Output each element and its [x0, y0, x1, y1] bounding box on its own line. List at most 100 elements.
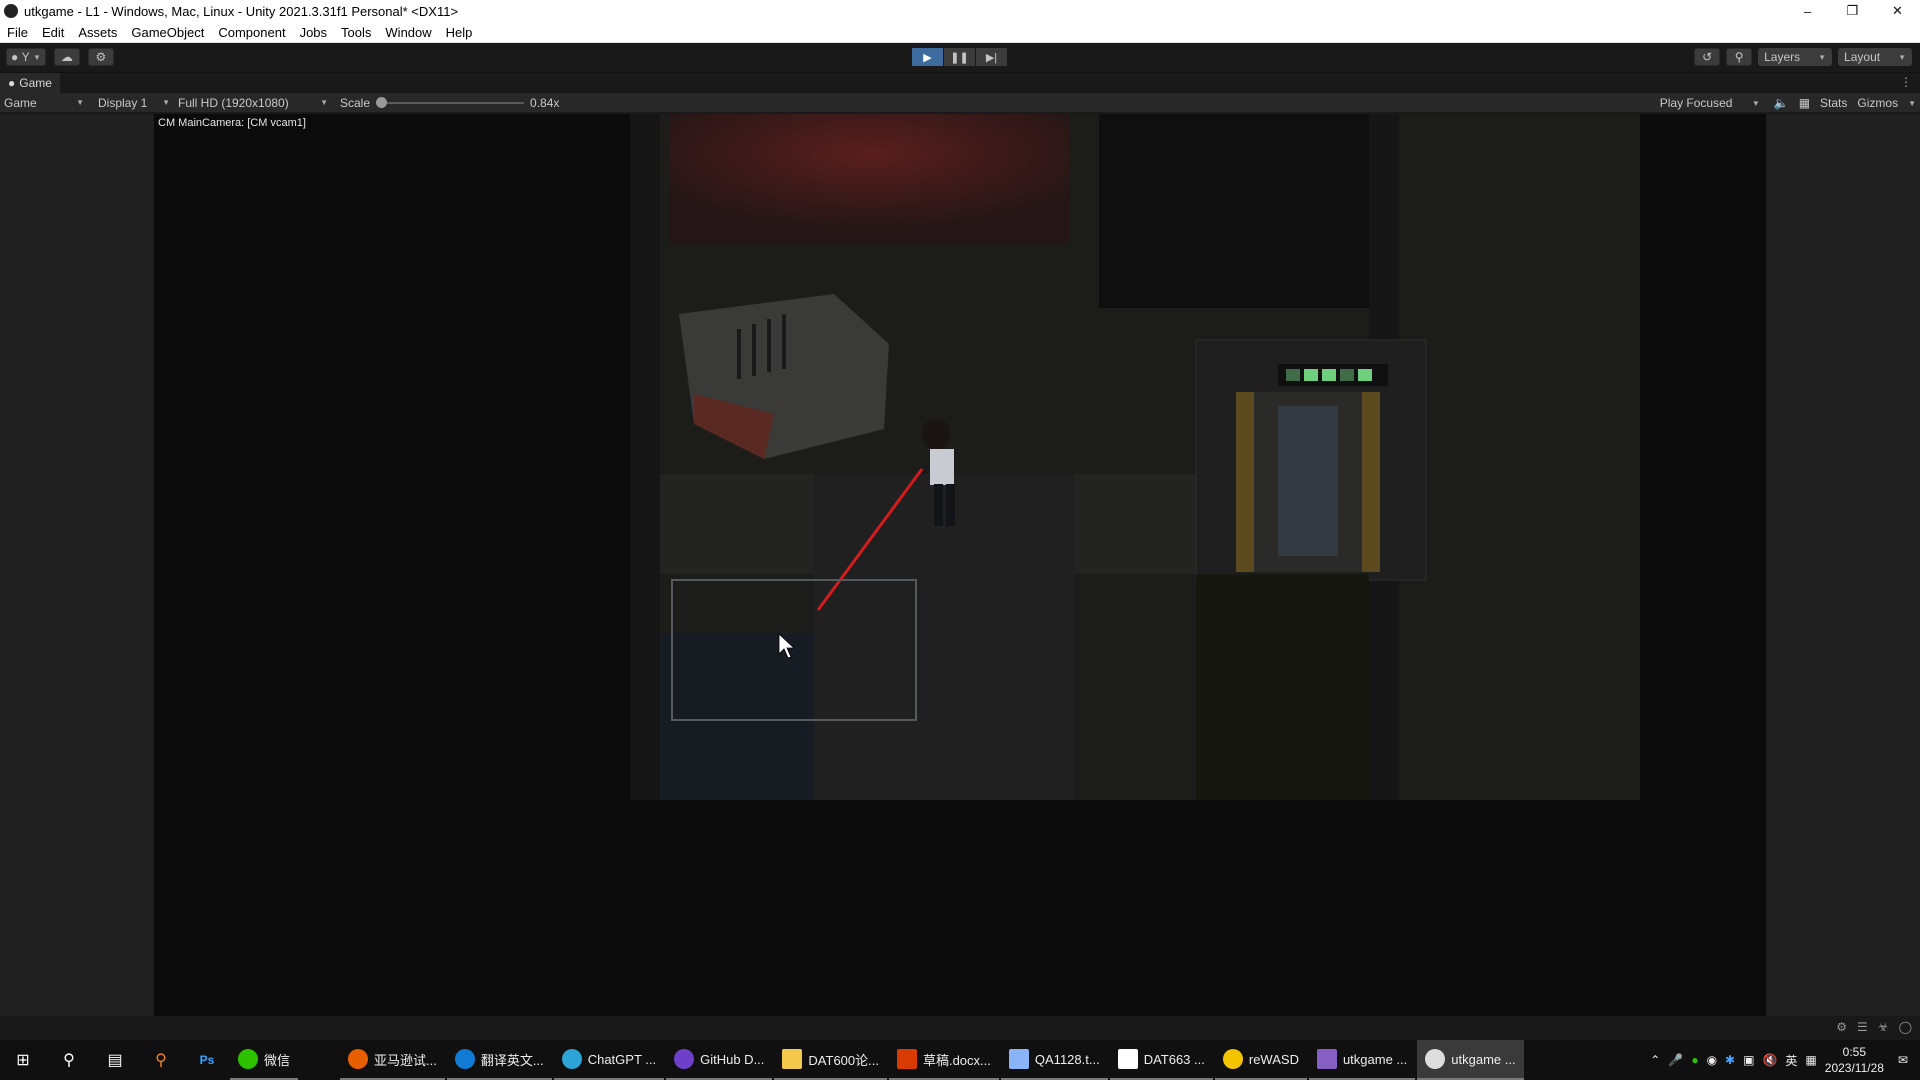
display-dropdown[interactable]: Display 1 ▼ [94, 93, 174, 113]
chevron-up-icon[interactable]: ⌃ [1650, 1053, 1660, 1067]
taskbar-app-rewasd[interactable]: reWASD [1214, 1040, 1307, 1080]
aspect-grid-icon[interactable]: ▦ [1799, 96, 1810, 110]
collab-button[interactable]: ⚙ [87, 48, 114, 66]
bug-icon[interactable]: ☣ [1878, 1020, 1889, 1034]
ime-indicator[interactable]: 英 [1785, 1052, 1797, 1069]
stats-button[interactable]: Stats [1820, 96, 1847, 110]
chevron-down-icon: ▼ [320, 98, 328, 107]
tab-game[interactable]: ● Game [0, 73, 60, 93]
menu-jobs[interactable]: Jobs [300, 25, 327, 40]
taskbar-app-edge-translate[interactable]: 翻译英文... [446, 1040, 552, 1080]
taskbar-app-folder[interactable]: DAT600论... [774, 1040, 887, 1080]
taskbar-app-document[interactable]: DAT663 ... [1109, 1040, 1213, 1080]
chevron-down-icon[interactable]: ▼ [1908, 99, 1916, 108]
photoshop-icon[interactable]: Ps [184, 1040, 230, 1080]
folder-icon [782, 1049, 803, 1069]
firefox-icon [348, 1049, 369, 1069]
system-tray: ⌃ 🎤 ● ◉ ✱ ▣ 🔇 英 ▦ 0:55 2023/11/28 ✉ [1650, 1040, 1920, 1080]
layout-label: Layout [1844, 50, 1881, 64]
volume-muted-icon[interactable]: 🔇 [1762, 1053, 1777, 1067]
taskbar-app-label: reWASD [1248, 1051, 1299, 1067]
microphone-icon[interactable]: 🎤 [1668, 1053, 1683, 1067]
main-toolbar: ● Y ▼ ☁ ⚙ ▶ ❚❚ ▶| ↺ ⚲ Layers ▼ Layout ▼ [0, 43, 1920, 73]
taskbar-app-label: 草稿.docx... [922, 1052, 991, 1068]
play-mode-dropdown[interactable]: Play Focused ▼ [1656, 93, 1764, 113]
cloud-button[interactable]: ☁ [53, 48, 80, 66]
bottom-shadow [630, 800, 1640, 1016]
menu-gameobject[interactable]: GameObject [131, 25, 204, 40]
resolution-dropdown[interactable]: Full HD (1920x1080) ▼ [174, 93, 332, 113]
windows-start-icon[interactable]: ⊞ [0, 1040, 46, 1080]
menu-window[interactable]: Window [385, 25, 431, 40]
history-icon: ↺ [1702, 50, 1713, 64]
menu-help[interactable]: Help [446, 25, 473, 40]
camera-label: CM MainCamera: [CM vcam1] [158, 117, 306, 129]
chevron-down-icon: ▼ [1751, 98, 1760, 108]
close-icon[interactable]: ✕ [1875, 0, 1920, 22]
taskbar-app-firefox[interactable]: 亚马逊试... [340, 1040, 445, 1080]
red-lit-area [669, 114, 1069, 244]
layout-dropdown[interactable]: Layout ▼ [1838, 48, 1912, 66]
chevron-down-icon: ▼ [32, 52, 41, 62]
wechat-tray-icon[interactable]: ● [1691, 1053, 1698, 1067]
network-icon[interactable]: ▣ [1743, 1053, 1754, 1067]
bluetooth-icon[interactable]: ✱ [1725, 1053, 1735, 1067]
wechat-icon [238, 1049, 258, 1069]
play-mode-label: Play Focused [1659, 96, 1733, 110]
everything-search-icon[interactable]: ⚲ [138, 1040, 184, 1080]
menu-assets[interactable]: Assets [78, 25, 117, 40]
account-button[interactable]: ● Y ▼ [6, 48, 46, 66]
taskbar-app-label: ChatGPT ... [587, 1051, 657, 1067]
display-label: Display 1 [98, 95, 148, 110]
window-titlebar: utkgame - L1 - Windows, Mac, Linux - Uni… [0, 0, 1920, 22]
taskbar-app-github-desktop[interactable]: GitHub D... [666, 1040, 773, 1080]
view-mode-dropdown[interactable]: Game ▼ [0, 93, 88, 113]
layers-stack-icon[interactable]: ☰ [1857, 1020, 1868, 1034]
unity-icon [1425, 1049, 1446, 1069]
taskbar-app-label: QA1128.t... [1034, 1051, 1100, 1067]
menu-component[interactable]: Component [218, 25, 285, 40]
pause-icon: ❚❚ [950, 51, 969, 64]
search-icon[interactable]: ⚲ [46, 1040, 92, 1080]
taskbar-app-notepad[interactable]: QA1128.t... [1000, 1040, 1108, 1080]
window-controls: – ❐ ✕ [1785, 0, 1920, 22]
restore-icon[interactable]: ❐ [1830, 0, 1875, 22]
menu-edit[interactable]: Edit [42, 25, 64, 40]
clock-time: 0:55 [1842, 1045, 1867, 1059]
layers-dropdown[interactable]: Layers ▼ [1758, 48, 1833, 66]
game-scene [154, 114, 1766, 1016]
view-mode-label: Game [4, 95, 37, 110]
undo-history-button[interactable]: ↺ [1694, 48, 1721, 66]
audio-mute-icon[interactable]: 🔈 [1774, 96, 1789, 110]
taskbar-app-wechat[interactable]: 微信 [230, 1040, 299, 1080]
play-button[interactable]: ▶ [912, 48, 943, 66]
search-button[interactable]: ⚲ [1726, 48, 1753, 66]
notification-icon[interactable]: ✉ [1898, 1053, 1908, 1067]
step-icon: ▶| [985, 51, 998, 64]
debug-icon[interactable]: ⚙ [1836, 1020, 1847, 1034]
minimize-icon[interactable]: – [1785, 0, 1830, 22]
menu-bar: File Edit Assets GameObject Component Jo… [0, 22, 1920, 43]
taskbar-app-wps[interactable]: 草稿.docx... [888, 1040, 999, 1080]
taskbar-app-edge-chatgpt[interactable]: ChatGPT ... [553, 1040, 665, 1080]
taskbar-app-label: DAT663 ... [1143, 1051, 1205, 1067]
taskbar-app-label: 微信 [264, 1052, 291, 1068]
scale-slider[interactable] [376, 96, 525, 108]
gamepad-icon: ● [8, 76, 16, 90]
pause-button[interactable]: ❚❚ [944, 48, 975, 66]
more-options-icon[interactable]: ⋮ [1900, 75, 1912, 89]
scale-slider-handle[interactable] [376, 96, 388, 108]
menu-file[interactable]: File [7, 25, 28, 40]
progress-icon[interactable]: ◯ [1899, 1020, 1912, 1034]
menu-tools[interactable]: Tools [341, 25, 371, 40]
task-view-icon[interactable]: ▤ [92, 1040, 138, 1080]
window-title: utkgame - L1 - Windows, Mac, Linux - Uni… [24, 3, 459, 19]
clock[interactable]: 0:55 2023/11/28 [1825, 1044, 1884, 1076]
game-viewport[interactable]: CM MainCamera: [CM vcam1] [154, 114, 1766, 1016]
taskbar-app-unity[interactable]: utkgame ... [1417, 1040, 1524, 1080]
steam-icon[interactable]: ◉ [1707, 1053, 1717, 1067]
gizmos-button[interactable]: Gizmos [1857, 96, 1898, 110]
taskbar-app-visual-studio[interactable]: utkgame ... [1308, 1040, 1416, 1080]
step-button[interactable]: ▶| [976, 48, 1007, 66]
keyboard-grid-icon[interactable]: ▦ [1805, 1053, 1816, 1067]
